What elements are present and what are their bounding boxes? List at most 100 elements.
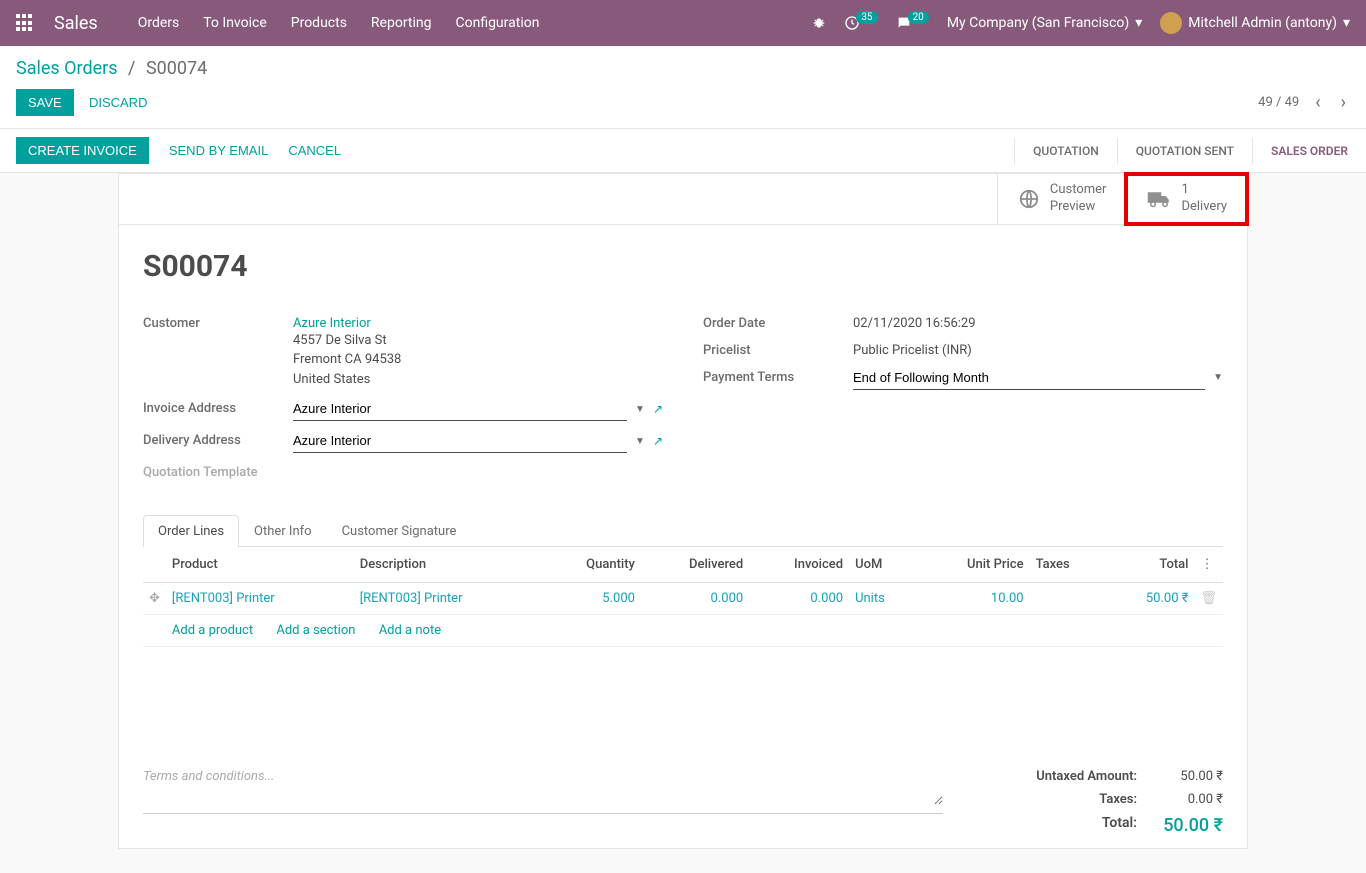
app-brand[interactable]: Sales bbox=[54, 13, 98, 34]
pager-prev[interactable]: ‹ bbox=[1311, 92, 1324, 113]
activity-button[interactable]: 35 bbox=[844, 15, 877, 31]
stat-button-box: Customer Preview 1 Delivery bbox=[119, 174, 1247, 225]
chevron-down-icon[interactable]: ▼ bbox=[635, 436, 645, 447]
tab-customer-signature[interactable]: Customer Signature bbox=[327, 515, 472, 547]
column-options-icon[interactable]: ⋮ bbox=[1200, 557, 1213, 572]
cell-delivered[interactable]: 0.000 bbox=[641, 583, 749, 615]
taxes-label: Taxes: bbox=[963, 792, 1153, 807]
order-date-label: Order Date bbox=[703, 312, 853, 331]
cell-uom[interactable]: Units bbox=[849, 583, 917, 615]
chevron-down-icon: ▾ bbox=[1343, 15, 1350, 31]
cell-product[interactable]: [RENT003] Printer bbox=[166, 583, 354, 615]
status-sales-order[interactable]: SALES ORDER bbox=[1252, 138, 1366, 164]
total-value: 50.00 ₹ bbox=[1153, 815, 1223, 836]
total-label: Total: bbox=[963, 815, 1153, 836]
menu-configuration[interactable]: Configuration bbox=[455, 15, 539, 31]
main-menu: Orders To Invoice Products Reporting Con… bbox=[138, 15, 540, 31]
create-invoice-button[interactable]: CREATE INVOICE bbox=[16, 137, 149, 164]
col-total: Total bbox=[1105, 547, 1194, 583]
drag-handle-icon[interactable]: ✥ bbox=[149, 591, 160, 606]
order-lines-table: Product Description Quantity Delivered I… bbox=[143, 547, 1223, 717]
col-delivered: Delivered bbox=[641, 547, 749, 583]
chevron-down-icon[interactable]: ▼ bbox=[1213, 372, 1223, 383]
cell-description[interactable]: [RENT003] Printer bbox=[354, 583, 542, 615]
pager: 49 / 49 ‹ › bbox=[1258, 92, 1350, 113]
col-uom: UoM bbox=[849, 547, 917, 583]
avatar bbox=[1160, 12, 1182, 34]
col-quantity: Quantity bbox=[542, 547, 641, 583]
status-quotation[interactable]: QUOTATION bbox=[1014, 138, 1117, 164]
form-sheet: Customer Preview 1 Delivery S00074 C bbox=[118, 173, 1248, 849]
send-by-email-button[interactable]: SEND BY EMAIL bbox=[169, 143, 268, 158]
messaging-button[interactable]: 20 bbox=[896, 15, 929, 31]
chevron-down-icon[interactable]: ▼ bbox=[635, 404, 645, 415]
cell-total: 50.00 ₹ bbox=[1105, 583, 1194, 615]
globe-icon bbox=[1018, 188, 1040, 210]
breadcrumb-separator: / bbox=[128, 58, 135, 79]
add-line-row: Add a product Add a section Add a note bbox=[143, 615, 1223, 647]
col-taxes: Taxes bbox=[1030, 547, 1106, 583]
cell-quantity[interactable]: 5.000 bbox=[542, 583, 641, 615]
order-date-value: 02/11/2020 16:56:29 bbox=[853, 312, 1223, 331]
delivery-button[interactable]: 1 Delivery bbox=[1126, 174, 1247, 224]
pager-text[interactable]: 49 / 49 bbox=[1258, 95, 1299, 110]
menu-to-invoice[interactable]: To Invoice bbox=[203, 15, 267, 31]
add-section-link[interactable]: Add a section bbox=[276, 623, 355, 638]
totals-box: Untaxed Amount: 50.00 ₹ Taxes: 0.00 ₹ To… bbox=[963, 765, 1223, 840]
col-unit-price: Unit Price bbox=[917, 547, 1029, 583]
customer-link[interactable]: Azure Interior bbox=[293, 316, 371, 331]
payment-terms-input[interactable] bbox=[853, 366, 1205, 390]
cell-invoiced[interactable]: 0.000 bbox=[749, 583, 849, 615]
user-menu[interactable]: Mitchell Admin (antony) ▾ bbox=[1160, 12, 1350, 34]
menu-reporting[interactable]: Reporting bbox=[371, 15, 432, 31]
pricelist-value: Public Pricelist (INR) bbox=[853, 339, 1223, 358]
truck-icon bbox=[1147, 190, 1171, 208]
apps-icon[interactable] bbox=[16, 14, 34, 32]
delivery-address-label: Delivery Address bbox=[143, 429, 293, 448]
customer-addr3: United States bbox=[293, 370, 663, 390]
pager-next[interactable]: › bbox=[1337, 92, 1350, 113]
pricelist-label: Pricelist bbox=[703, 339, 853, 358]
breadcrumb-current: S00074 bbox=[146, 58, 207, 79]
customer-preview-button[interactable]: Customer Preview bbox=[997, 174, 1127, 224]
breadcrumb: Sales Orders / S00074 bbox=[16, 58, 207, 79]
discard-button[interactable]: DISCARD bbox=[89, 95, 148, 110]
menu-products[interactable]: Products bbox=[291, 15, 347, 31]
top-navbar: Sales Orders To Invoice Products Reporti… bbox=[0, 0, 1366, 46]
status-quotation-sent[interactable]: QUOTATION SENT bbox=[1117, 138, 1252, 164]
trash-icon[interactable]: 🗑 bbox=[1200, 591, 1217, 606]
bug-icon[interactable] bbox=[812, 15, 826, 31]
taxes-value: 0.00 ₹ bbox=[1153, 792, 1223, 807]
add-note-link[interactable]: Add a note bbox=[379, 623, 441, 638]
status-bar: CREATE INVOICE SEND BY EMAIL CANCEL QUOT… bbox=[0, 129, 1366, 173]
untaxed-label: Untaxed Amount: bbox=[963, 769, 1153, 784]
menu-orders[interactable]: Orders bbox=[138, 15, 180, 31]
terms-textarea[interactable] bbox=[143, 765, 943, 805]
col-invoiced: Invoiced bbox=[749, 547, 849, 583]
stat-preview-line1: Customer bbox=[1050, 182, 1107, 199]
external-link-icon[interactable]: ↗ bbox=[653, 402, 663, 416]
tab-nav: Order Lines Other Info Customer Signatur… bbox=[143, 514, 1223, 547]
activity-badge: 35 bbox=[856, 11, 877, 24]
cell-unit-price[interactable]: 10.00 bbox=[917, 583, 1029, 615]
quotation-template-label: Quotation Template bbox=[143, 461, 293, 480]
save-button[interactable]: SAVE bbox=[16, 89, 74, 116]
invoice-address-input[interactable] bbox=[293, 397, 627, 421]
delivery-address-input[interactable] bbox=[293, 429, 627, 453]
delivery-label: Delivery bbox=[1181, 199, 1227, 216]
user-name: Mitchell Admin (antony) bbox=[1188, 15, 1337, 31]
tab-other-info[interactable]: Other Info bbox=[239, 515, 327, 547]
stat-preview-line2: Preview bbox=[1050, 199, 1107, 216]
add-product-link[interactable]: Add a product bbox=[172, 623, 253, 638]
delivery-count: 1 bbox=[1181, 182, 1227, 199]
breadcrumb-parent[interactable]: Sales Orders bbox=[16, 58, 118, 79]
customer-label: Customer bbox=[143, 312, 293, 331]
cell-taxes[interactable] bbox=[1030, 583, 1106, 615]
cancel-button[interactable]: CANCEL bbox=[288, 143, 341, 158]
chevron-down-icon: ▾ bbox=[1135, 15, 1142, 31]
table-row[interactable]: ✥ [RENT003] Printer [RENT003] Printer 5.… bbox=[143, 583, 1223, 615]
tab-order-lines[interactable]: Order Lines bbox=[143, 515, 239, 547]
payment-terms-label: Payment Terms bbox=[703, 366, 853, 385]
company-switcher[interactable]: My Company (San Francisco) ▾ bbox=[947, 15, 1142, 31]
external-link-icon[interactable]: ↗ bbox=[653, 434, 663, 448]
